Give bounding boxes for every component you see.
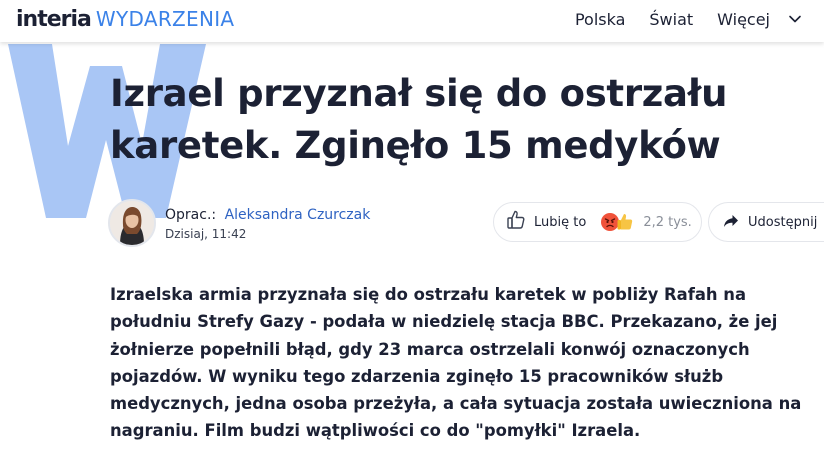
author-photo — [110, 201, 154, 245]
reaction-emojis[interactable] — [600, 212, 634, 232]
reactions-bar: Lubię to 2,2 tys. — [493, 202, 702, 242]
share-arrow-icon — [723, 213, 739, 232]
thumbs-up-emoji-icon — [617, 214, 633, 230]
reaction-count: 2,2 tys. — [643, 214, 692, 230]
article-lead: Izraelska armia przyznała się do ostrzał… — [110, 285, 802, 441]
nav-item-wiecej[interactable]: Więcej — [717, 10, 770, 29]
author-line: Oprac.: Aleksandra Czurczak — [165, 207, 370, 223]
nav-item-swiat[interactable]: Świat — [649, 10, 693, 29]
like-button-label[interactable]: Lubię to — [534, 215, 586, 230]
share-button[interactable]: Udostępnij — [708, 202, 824, 242]
article-title: Izrael przyznał się do ostrzału karetek.… — [110, 72, 728, 167]
nav-item-polska[interactable]: Polska — [575, 10, 625, 29]
author-name-link[interactable]: Aleksandra Czurczak — [225, 207, 371, 223]
logo-brand: interia — [16, 7, 92, 32]
thumbs-up-icon[interactable] — [506, 209, 526, 235]
main-nav: Polska Świat Więcej — [551, 0, 802, 38]
chevron-down-icon[interactable] — [788, 12, 802, 26]
publish-date: Dzisiaj, 11:42 — [165, 227, 247, 241]
author-prefix: Oprac.: — [165, 207, 217, 223]
author-avatar[interactable] — [108, 199, 156, 247]
logo-section-name: WYDARZENIA — [95, 7, 235, 31]
site-logo[interactable]: interia WYDARZENIA — [16, 7, 234, 32]
share-button-label: Udostępnij — [748, 214, 818, 230]
top-navigation-bar: interia WYDARZENIA Polska Świat Więcej — [0, 0, 824, 42]
